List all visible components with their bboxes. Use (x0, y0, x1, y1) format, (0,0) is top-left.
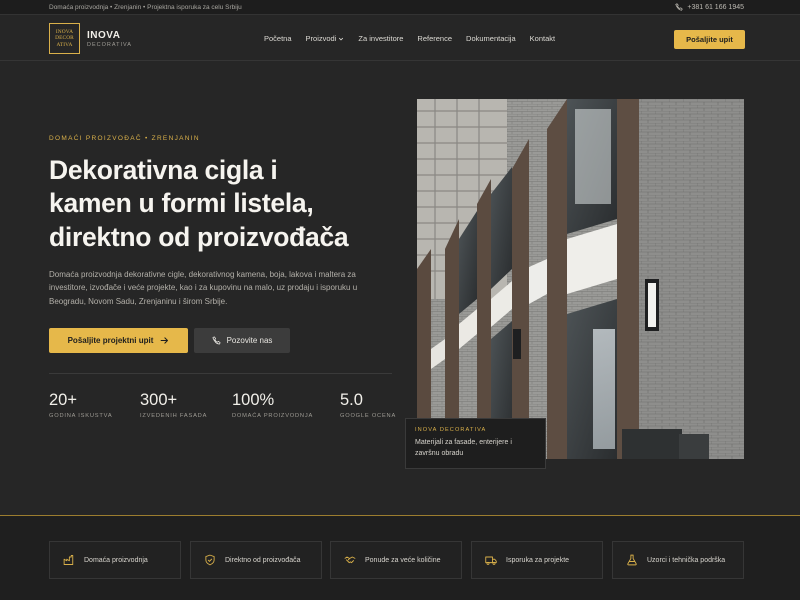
logo-mark: INOVA DECOR ATIVA (49, 23, 80, 54)
stat-item: 300+ IZVEDENIH FASADA (140, 392, 232, 419)
handshake-icon (344, 556, 356, 564)
button-label: Pozovite nas (226, 336, 273, 345)
stat-item: 100% DOMAĆA PROIZVODNJA (232, 392, 340, 419)
features-bar: Domaća proizvodnja Direktno od proizvođa… (0, 516, 800, 600)
nav-menu: Početna Proizvodi Za investitore Referen… (264, 34, 555, 43)
stat-value: 100% (232, 391, 275, 409)
feature-label: Direktno od proizvođača (225, 556, 301, 564)
hero-description: Domaća proizvodnja dekorativne cigle, de… (49, 270, 358, 306)
building-facade-illustration (417, 99, 744, 459)
stat-label: GODINA ISKUSTVA (49, 412, 113, 419)
caption-text: Materijali za fasade, enterijere i završ… (415, 439, 512, 457)
feature-label: Uzorci i tehnička podrška (647, 556, 726, 564)
feature-label: Domaća proizvodnja (84, 556, 148, 564)
feature-card: Uzorci i tehnička podrška (612, 541, 744, 579)
nav-item-reference[interactable]: Reference (417, 34, 452, 43)
site-logo[interactable]: INOVA DECOR ATIVA INOVA DECORATIVA (49, 23, 132, 54)
feature-label: Isporuka za projekte (506, 556, 570, 564)
nav-item-kontakt[interactable]: Kontakt (530, 34, 555, 43)
stat-item: 20+ GODINA ISKUSTVA (49, 392, 140, 419)
feature-card: Direktno od proizvođača (190, 541, 322, 579)
stats-row: 20+ GODINA ISKUSTVA 300+ IZVEDENIH FASAD… (49, 392, 431, 419)
logo-wordmark: INOVA DECORATIVA (87, 30, 132, 48)
brand-subtitle: DECORATIVA (87, 41, 132, 48)
top-info-bar: Domaća proizvodnja • Zrenjanin • Projekt… (0, 0, 800, 15)
hero-building-photo (417, 99, 744, 459)
hero-eyebrow: DOMAĆI PROIZVOĐAČ • ZRENJANIN (49, 135, 200, 142)
hero-headline: Dekorativna cigla i kamen u formi listel… (49, 154, 409, 254)
flask-icon (627, 554, 637, 566)
logo-line: ATIVA (56, 41, 73, 48)
nav-item-za-investitore[interactable]: Za investitore (358, 34, 403, 43)
feature-label: Ponude za veće količine (365, 556, 441, 564)
headline-line: Dekorativna cigla i (49, 155, 278, 185)
stat-label: DOMAĆA PROIZVODNJA (232, 412, 314, 419)
top-bar-text: Domaća proizvodnja • Zrenjanin • Projekt… (49, 3, 242, 11)
nav-item-pocetna[interactable]: Početna (264, 34, 292, 43)
send-project-inquiry-button[interactable]: Pošaljite projektni upit (49, 328, 188, 353)
arrow-right-icon (160, 337, 169, 344)
feature-card: Isporuka za projekte (471, 541, 603, 579)
stat-value: 20+ (49, 391, 77, 409)
feature-card: Ponude za veće količine (330, 541, 462, 579)
truck-icon (485, 556, 497, 565)
send-inquiry-button[interactable]: Pošaljite upit (674, 30, 745, 49)
button-label: Pošaljite projektni upit (67, 336, 154, 345)
caption-title: INOVA DECORATIVA (415, 427, 487, 433)
phone-icon (212, 336, 221, 345)
nav-item-proizvodi[interactable]: Proizvodi (306, 34, 345, 43)
stat-value: 300+ (140, 391, 178, 409)
stat-label: IZVEDENIH FASADA (140, 412, 208, 419)
nav-item-label: Proizvodi (305, 34, 337, 43)
top-bar-phone-number: +381 61 166 1945 (687, 3, 744, 11)
stats-divider (49, 373, 392, 374)
factory-icon (63, 555, 74, 565)
brand-name: INOVA (87, 29, 121, 41)
chevron-down-icon (339, 37, 344, 40)
feature-card: Domaća proizvodnja (49, 541, 181, 579)
shield-check-icon (205, 554, 215, 566)
nav-item-dokumentacija[interactable]: Dokumentacija (466, 34, 516, 43)
headline-line: kamen u formi listela, (49, 188, 314, 219)
top-bar-phone[interactable]: +381 61 166 1945 (675, 3, 744, 11)
headline-line: direktno od proizvođača (49, 221, 349, 252)
photo-caption-card: INOVA DECORATIVA Materijali za fasade, e… (405, 418, 546, 469)
call-us-button[interactable]: Pozovite nas (194, 328, 290, 353)
phone-icon (675, 3, 683, 11)
